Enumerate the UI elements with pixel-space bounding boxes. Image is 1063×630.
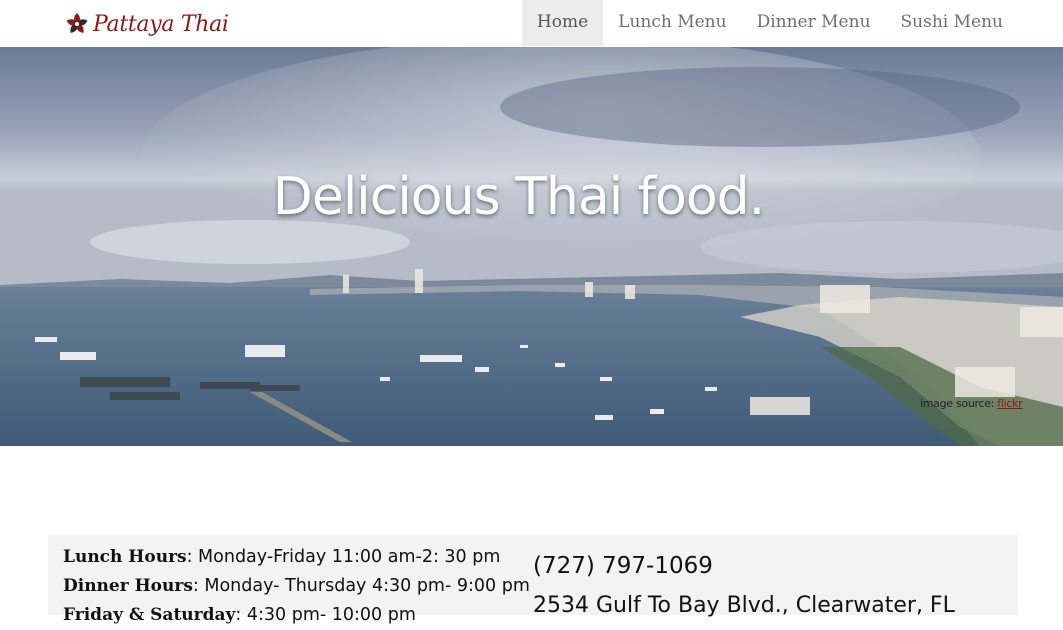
nav-dinner-menu[interactable]: Dinner Menu — [742, 0, 886, 46]
hero-banner: Delicious Thai food. image source: flick… — [0, 47, 1063, 446]
lunch-hours-row: Lunch Hours: Monday-Friday 11:00 am-2: 3… — [63, 543, 530, 572]
image-credit: image source: flickr — [920, 397, 1023, 410]
opening-hours: Lunch Hours: Monday-Friday 11:00 am-2: 3… — [63, 543, 530, 630]
lunch-hours-value: : Monday-Friday 11:00 am-2: 30 pm — [186, 547, 501, 567]
flickr-link[interactable]: flickr — [997, 397, 1022, 410]
navbar: Pattaya Thai Home Lunch Menu Dinner Menu… — [0, 0, 1063, 48]
brand-name: Pattaya Thai — [93, 11, 229, 37]
dinner-hours-label: Dinner Hours — [63, 576, 193, 596]
dinner-hours-value: : Monday- Thursday 4:30 pm- 9:00 pm — [192, 576, 530, 596]
info-panel: Lunch Hours: Monday-Friday 11:00 am-2: 3… — [48, 535, 1018, 625]
hero-title: Delicious Thai food. — [272, 167, 765, 227]
contact-info: (727) 797-1069 2534 Gulf To Bay Blvd., C… — [533, 553, 955, 618]
lunch-hours-label: Lunch Hours — [63, 547, 187, 567]
nav-sushi-menu[interactable]: Sushi Menu — [886, 0, 1018, 46]
nav-home[interactable]: Home — [521, 0, 604, 46]
nav-lunch-menu[interactable]: Lunch Menu — [603, 0, 741, 46]
brand-link[interactable]: Pattaya Thai — [64, 9, 229, 39]
dinner-hours-row: Dinner Hours: Monday- Thursday 4:30 pm- … — [63, 572, 530, 601]
main-nav: Home Lunch Menu Dinner Menu Sushi Menu — [521, 0, 1018, 47]
hero-bay-image — [0, 47, 1063, 446]
phone-link[interactable]: (727) 797-1069 — [533, 553, 955, 579]
weekend-hours-value: : 4:30 pm- 10:00 pm — [235, 605, 416, 625]
image-credit-label: image source: — [920, 397, 998, 410]
flower-logo-icon — [66, 13, 88, 33]
weekend-hours-row: Friday & Saturday: 4:30 pm- 10:00 pm — [63, 601, 530, 630]
weekend-hours-label: Friday & Saturday — [63, 605, 236, 625]
